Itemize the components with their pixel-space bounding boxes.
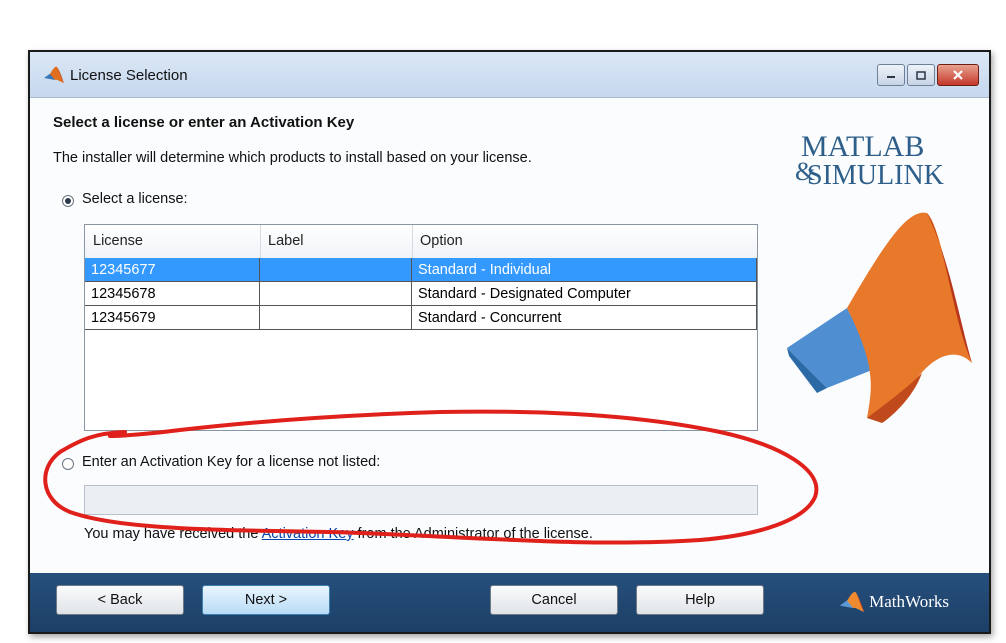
close-button[interactable] <box>937 64 979 86</box>
svg-text:&: & <box>795 157 815 186</box>
note-suffix: from the Administrator of the license. <box>353 526 593 542</box>
activation-key-label: Enter an Activation Key for a license no… <box>82 454 381 470</box>
column-header-option[interactable]: Option <box>420 233 463 249</box>
activation-note: You may have received the Activation Key… <box>84 526 593 542</box>
label-cell <box>260 282 412 306</box>
table-row[interactable]: 12345678 Standard - Designated Computer <box>85 282 757 306</box>
option-cell: Standard - Individual <box>412 258 757 282</box>
select-license-radio[interactable] <box>62 195 74 207</box>
column-header-license[interactable]: License <box>93 233 143 249</box>
license-cell: 12345679 <box>85 306 260 330</box>
column-header-label[interactable]: Label <box>268 233 303 249</box>
page-heading: Select a license or enter an Activation … <box>53 114 355 131</box>
note-prefix: You may have received the <box>84 526 262 542</box>
back-button[interactable]: < Back <box>56 585 184 615</box>
label-cell <box>260 258 412 282</box>
page-subtext: The installer will determine which produ… <box>53 150 532 166</box>
minimize-icon <box>887 76 895 78</box>
activation-key-field[interactable] <box>84 485 758 515</box>
help-button[interactable]: Help <box>636 585 764 615</box>
table-row[interactable]: 12345679 Standard - Concurrent <box>85 306 757 330</box>
option-cell: Standard - Designated Computer <box>412 282 757 306</box>
logo-line-matlab: MATLAB <box>801 130 924 163</box>
license-cell: 12345677 <box>85 258 260 282</box>
label-cell <box>260 306 412 330</box>
activation-key-radio[interactable] <box>62 458 74 470</box>
table-header: License Label Option <box>85 225 757 259</box>
window-title: License Selection <box>70 67 188 84</box>
select-license-label: Select a license: <box>82 191 188 207</box>
membrane-icon <box>787 212 972 423</box>
license-selection-window: License Selection Select a license or en… <box>28 50 991 634</box>
button-bar: < Back Next > Cancel Help MathWorks <box>30 573 989 632</box>
license-cell: 12345678 <box>85 282 260 306</box>
option-cell: Standard - Concurrent <box>412 306 757 330</box>
logo-line-simulink: SIMULINK <box>807 160 944 191</box>
mathworks-brand: MathWorks <box>839 591 949 613</box>
mathworks-logo-icon <box>839 591 865 612</box>
cancel-button[interactable]: Cancel <box>490 585 618 615</box>
maximize-button[interactable] <box>907 64 935 86</box>
next-button[interactable]: Next > <box>202 585 330 615</box>
titlebar: License Selection <box>30 52 989 98</box>
license-table: License Label Option 12345677 Standard -… <box>84 224 758 431</box>
minimize-button[interactable] <box>877 64 905 86</box>
table-row[interactable]: 12345677 Standard - Individual <box>85 258 757 282</box>
brand-text: MathWorks <box>869 592 949 611</box>
matlab-icon <box>44 66 64 89</box>
close-icon <box>953 70 963 80</box>
activation-key-link[interactable]: Activation Key <box>262 526 354 542</box>
matlab-simulink-logo: MATLAB SIMULINK & <box>787 130 972 423</box>
maximize-icon <box>916 70 926 80</box>
dialog-content: Select a license or enter an Activation … <box>30 98 989 575</box>
